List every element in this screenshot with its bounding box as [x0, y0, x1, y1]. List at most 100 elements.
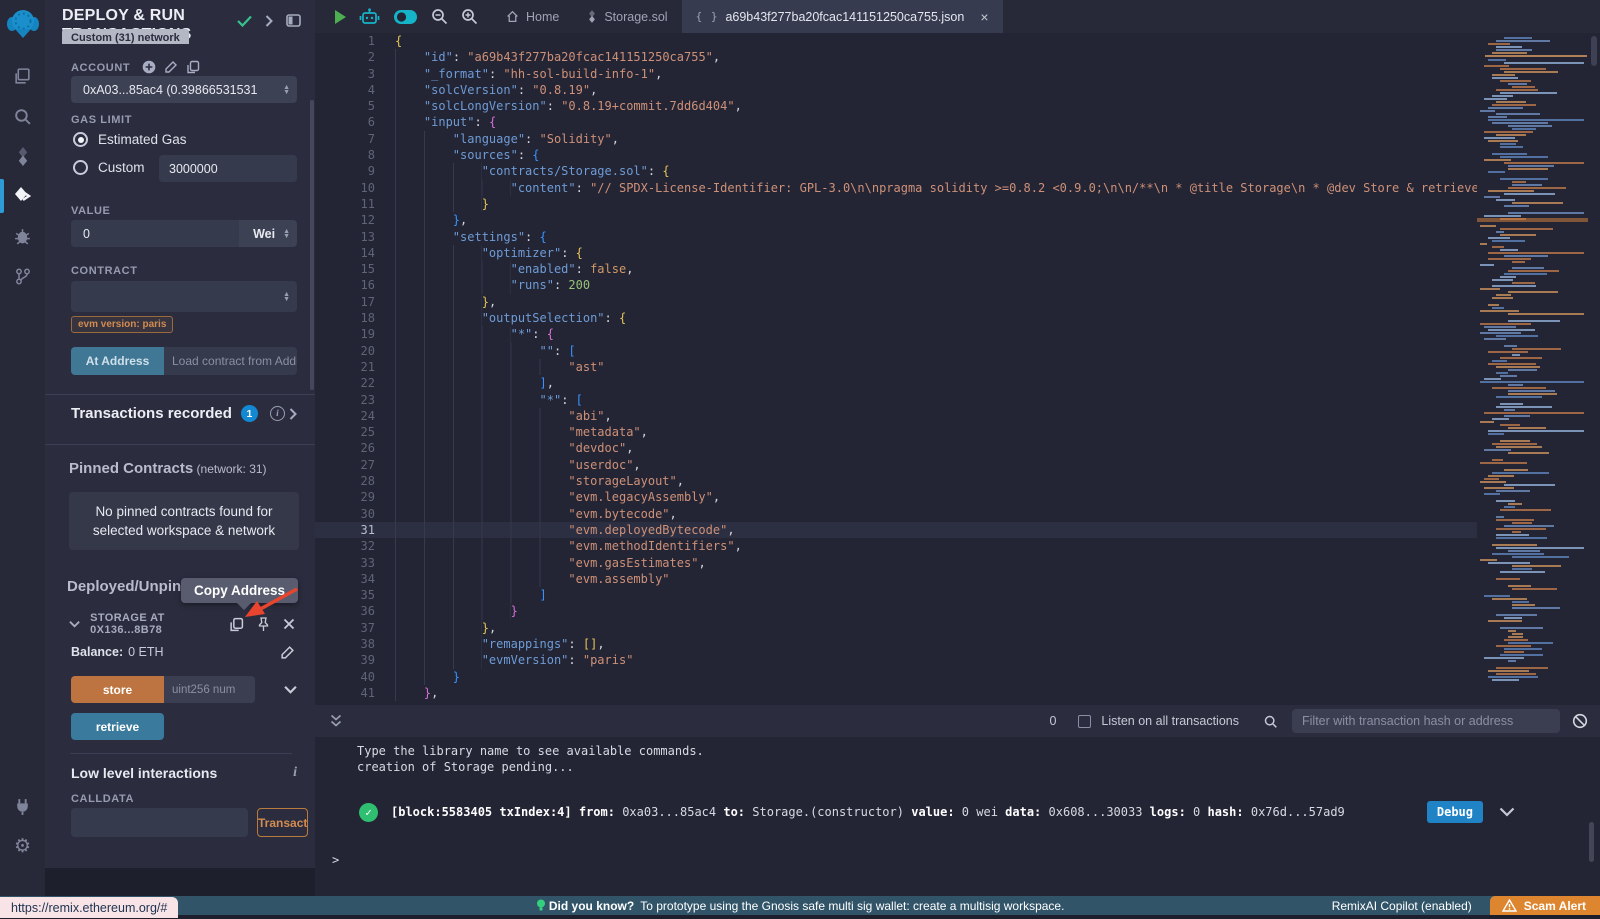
- code-line: 14 "optimizer": {: [315, 245, 1477, 261]
- code-line: 2 "id": "a69b43f277ba20fcac141151250ca75…: [315, 49, 1477, 65]
- value-unit-select[interactable]: Wei: [239, 227, 283, 241]
- json-file-icon: { }: [696, 10, 719, 23]
- store-param-input[interactable]: uint256 num: [164, 676, 255, 703]
- radio-checked-icon[interactable]: [73, 132, 88, 147]
- tab-storage-sol[interactable]: Storage.sol: [573, 0, 681, 33]
- transactions-recorded-row[interactable]: Transactions recorded 1 i: [71, 405, 297, 422]
- zoom-in-icon[interactable]: [461, 8, 478, 25]
- account-label: ACCOUNT: [71, 60, 200, 74]
- expand-tx-icon[interactable]: [1499, 807, 1515, 817]
- deploy-run-panel: DEPLOY & RUN TRANSACTIONS Custom (31) ne…: [45, 0, 315, 868]
- copy-account-icon[interactable]: [186, 60, 200, 74]
- retrieve-function-button[interactable]: retrieve: [71, 713, 164, 740]
- line-number: 8: [315, 147, 375, 163]
- line-number: 9: [315, 163, 375, 179]
- panel-scrollbar[interactable]: [310, 100, 314, 390]
- code-line: 1{: [315, 33, 1477, 49]
- account-select[interactable]: 0xA03...85ac4 (0.39866531531 ▲▼: [71, 76, 297, 103]
- line-number: 3: [315, 66, 375, 82]
- plugin-manager-icon[interactable]: [0, 786, 45, 826]
- home-icon: [506, 10, 519, 23]
- account-stepper-icon[interactable]: ▲▼: [283, 85, 297, 95]
- tab-home[interactable]: Home: [492, 0, 573, 33]
- calldata-input[interactable]: [71, 808, 248, 837]
- contract-instance-name: STORAGE AT 0X136...8B78: [90, 612, 229, 636]
- value-unit-stepper-icon[interactable]: ▲▼: [283, 229, 297, 239]
- close-tab-icon[interactable]: ×: [980, 9, 988, 25]
- value-input[interactable]: 0: [71, 220, 239, 247]
- filter-transactions-input[interactable]: Filter with transaction hash or address: [1292, 709, 1560, 733]
- gas-limit-label: GAS LIMIT: [71, 114, 132, 126]
- line-number: 16: [315, 277, 375, 293]
- line-number: 15: [315, 261, 375, 277]
- add-account-icon[interactable]: [142, 60, 156, 74]
- ai-assistant-icon[interactable]: [359, 8, 380, 25]
- at-address-input[interactable]: Load contract from Address: [164, 347, 297, 375]
- line-number: 36: [315, 603, 375, 619]
- chevron-right-icon[interactable]: [265, 15, 273, 27]
- status-bar: Did you know?To prototype using the Gnos…: [0, 896, 1600, 915]
- debugger-icon[interactable]: [0, 216, 45, 256]
- editor-scrollbar[interactable]: [1591, 36, 1597, 66]
- line-number: 34: [315, 571, 375, 587]
- code-line: 25 "metadata",: [315, 424, 1477, 440]
- minimap[interactable]: [1477, 33, 1588, 705]
- expand-params-icon[interactable]: [284, 685, 297, 694]
- value-label: VALUE: [71, 205, 110, 217]
- git-icon[interactable]: [0, 256, 45, 296]
- listen-count: 0: [1049, 714, 1056, 728]
- terminal-scrollbar[interactable]: [1589, 822, 1594, 862]
- pin-panel-icon[interactable]: [286, 14, 301, 27]
- store-function-button[interactable]: store: [71, 676, 164, 703]
- contract-select[interactable]: ▲▼: [71, 281, 297, 312]
- listen-label[interactable]: Listen on all transactions: [1101, 714, 1239, 728]
- line-number: 5: [315, 98, 375, 114]
- info-icon[interactable]: i: [293, 765, 297, 781]
- code-editor[interactable]: 1{2 "id": "a69b43f277ba20fcac141151250ca…: [315, 33, 1600, 705]
- line-number: 13: [315, 229, 375, 245]
- at-address-button[interactable]: At Address: [71, 347, 164, 375]
- code-line: 21 "ast": [315, 359, 1477, 375]
- terminal-prompt[interactable]: >: [315, 823, 1600, 867]
- terminal-body[interactable]: Type the library name to see available c…: [315, 737, 1600, 896]
- radio-unchecked-icon[interactable]: [73, 160, 88, 175]
- gas-estimated-option[interactable]: Estimated Gas: [73, 132, 187, 147]
- run-script-icon[interactable]: [335, 10, 346, 24]
- gas-custom-option[interactable]: Custom: [73, 160, 145, 175]
- terminal-bar: 0 Listen on all transactions Filter with…: [315, 705, 1600, 737]
- transact-button[interactable]: Transact: [257, 808, 308, 837]
- gas-custom-input[interactable]: 3000000: [159, 155, 297, 182]
- deploy-run-icon[interactable]: [0, 176, 45, 216]
- line-number: 14: [315, 245, 375, 261]
- remix-ide-window: ⚙ DEPLOY & RUN TRANSACTIONS Custom (31) …: [0, 0, 1600, 919]
- info-icon[interactable]: i: [270, 406, 285, 421]
- code-line: 27 "userdoc",: [315, 457, 1477, 473]
- solidity-file-icon: [587, 10, 597, 23]
- code-line: 4 "solcVersion": "0.8.19",: [315, 82, 1477, 98]
- listen-checkbox[interactable]: [1078, 715, 1091, 728]
- expand-transactions-icon[interactable]: [289, 408, 297, 420]
- chevron-down-icon[interactable]: [69, 620, 80, 628]
- transaction-log-row[interactable]: ✓ [block:5583405 txIndex:4] from: 0xa03.…: [359, 801, 1515, 823]
- contract-stepper-icon[interactable]: ▲▼: [283, 292, 297, 302]
- line-number: 40: [315, 669, 375, 685]
- debug-button[interactable]: Debug: [1427, 801, 1483, 823]
- transactions-count-badge: 1: [241, 405, 258, 422]
- edit-account-icon[interactable]: [164, 60, 178, 74]
- line-number: 28: [315, 473, 375, 489]
- copilot-toggle-icon[interactable]: [393, 9, 418, 25]
- file-explorer-icon[interactable]: [0, 56, 45, 96]
- line-number: 21: [315, 359, 375, 375]
- remix-logo[interactable]: [6, 8, 40, 40]
- clear-console-icon[interactable]: [1572, 713, 1588, 729]
- tab-build-info-json[interactable]: { } a69b43f277ba20fcac141151250ca755.jso…: [682, 0, 1003, 33]
- collapse-terminal-icon[interactable]: [330, 714, 342, 728]
- zoom-out-icon[interactable]: [431, 8, 448, 25]
- line-number: 10: [315, 180, 375, 196]
- search-icon[interactable]: [0, 96, 45, 136]
- settings-icon[interactable]: ⚙: [0, 826, 45, 866]
- solidity-compiler-icon[interactable]: [0, 136, 45, 176]
- line-number: 19: [315, 326, 375, 342]
- search-transactions-icon[interactable]: [1263, 714, 1278, 729]
- edit-balance-icon[interactable]: [280, 645, 295, 660]
